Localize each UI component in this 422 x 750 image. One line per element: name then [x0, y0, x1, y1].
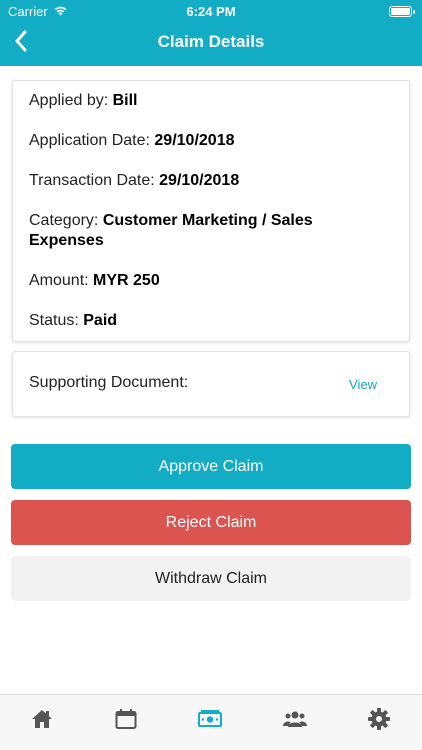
calendar-icon	[115, 708, 137, 734]
application-date-value: 29/10/2018	[154, 132, 235, 149]
transaction-date-value: 29/10/2018	[159, 172, 240, 189]
page-title: Claim Details	[157, 32, 265, 51]
claim-details-card: Applied by: Bill Application Date: 29/10…	[12, 80, 410, 342]
app-header: Carrier 6:24 PM Claim Details	[0, 0, 422, 66]
tab-home[interactable]	[29, 709, 55, 733]
applied-by-label: Applied by:	[29, 92, 113, 109]
group-icon	[283, 710, 307, 733]
supporting-document-card: Supporting Document: View	[12, 351, 410, 417]
transaction-date-row: Transaction Date: 29/10/2018	[29, 171, 393, 191]
status-value: Paid	[83, 312, 118, 329]
tab-claims[interactable]	[197, 709, 223, 733]
battery-icon	[389, 6, 415, 17]
tab-bar	[0, 694, 422, 750]
tab-team[interactable]	[282, 709, 308, 733]
tab-calendar[interactable]	[113, 708, 139, 734]
home-icon	[31, 709, 53, 734]
application-date-label: Application Date:	[29, 132, 155, 149]
supporting-document-label: Supporting Document:	[29, 374, 189, 391]
transaction-date-label: Transaction Date:	[29, 172, 160, 189]
withdraw-claim-button[interactable]: Withdraw Claim	[11, 556, 411, 601]
category-label: Category:	[29, 212, 103, 229]
reject-claim-button[interactable]: Reject Claim	[11, 500, 411, 545]
application-date-row: Application Date: 29/10/2018	[29, 131, 393, 151]
amount-label: Amount:	[29, 272, 94, 289]
gear-icon	[368, 707, 390, 735]
amount-row: Amount: MYR 250	[29, 271, 393, 291]
approve-claim-button[interactable]: Approve Claim	[11, 444, 411, 489]
money-icon	[198, 709, 222, 733]
status-label: Status:	[29, 312, 84, 329]
status-row: Status: Paid	[29, 311, 393, 331]
tab-settings[interactable]	[366, 707, 392, 735]
status-time: 6:24 PM	[186, 4, 236, 19]
amount-value: MYR 250	[93, 272, 160, 289]
status-bar: Carrier 6:24 PM	[0, 0, 422, 22]
category-row: Category: Customer Marketing / Sales Exp…	[29, 211, 349, 251]
view-document-link[interactable]: View	[349, 377, 377, 392]
applied-by-value: Bill	[112, 92, 138, 109]
applied-by-row: Applied by: Bill	[29, 91, 393, 111]
